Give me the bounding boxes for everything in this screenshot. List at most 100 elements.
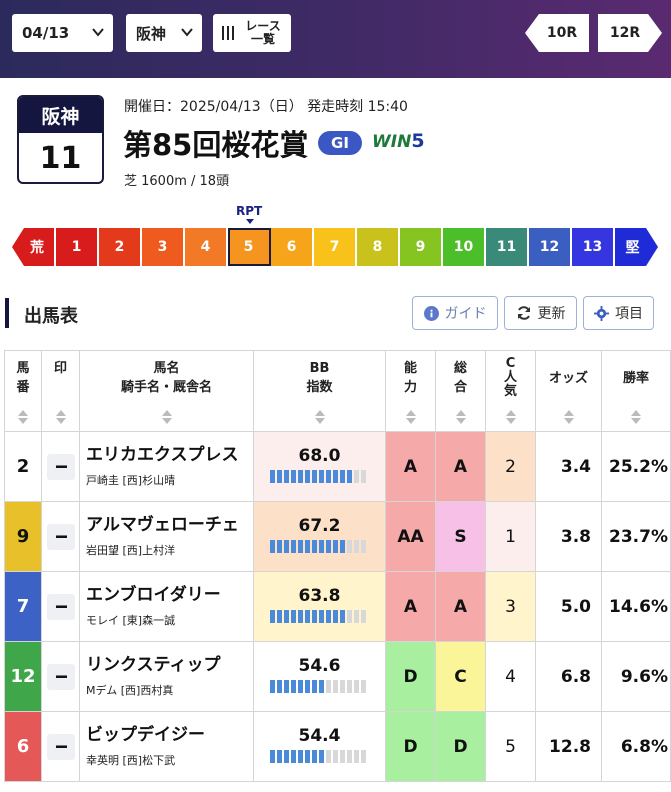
bb-bar-segment [361,470,366,483]
header-ability-line1: 能 [403,361,417,376]
list-bars-icon [222,26,234,40]
horse-name[interactable]: エンブロイダリー [86,580,221,605]
bb-bar-segment [354,470,359,483]
table-row[interactable]: 12 -- リンクスティップ Mデム [西]西村真 54.6 D C 4 6.8 9.6% [4,642,671,712]
bb-bar-segment [291,750,296,763]
bb-index-cell: 54.6 [254,642,386,712]
header-umaban[interactable]: 馬 番 [4,350,42,432]
bb-bar-segment [319,540,324,553]
bb-bar-segment [284,470,289,483]
header-bb-line1: BB [309,361,330,376]
date-select[interactable]: 04/13 [12,14,113,52]
race-meta: 開催日：2025/04/13（日） 発走時刻 15:40 [124,99,408,115]
bb-bar-segment [347,750,352,763]
date-select-value: 04/13 [22,24,70,42]
bb-bar-segment [319,750,324,763]
umaban-cell: 6 [4,712,42,782]
table-row[interactable]: 9 -- アルマヴェローチェ 岩田望 [西]上村洋 67.2 AA S 1 3.8 23.7% [4,502,671,572]
header-umaban-line1: 馬 [16,361,30,376]
bb-bar-segment [291,680,296,693]
bb-bar-segment [361,540,366,553]
refresh-icon [517,306,530,320]
section-accent [5,298,9,328]
rpt-cell: 12 [529,228,572,266]
horse-name[interactable]: アルマヴェローチェ [86,510,239,535]
header-umaban-line2: 番 [16,380,30,395]
header-c-line3: 気 [503,384,517,399]
sort-icon [563,410,574,424]
header-total-line1: 総 [453,361,467,376]
bb-index-value: 67.2 [298,516,341,536]
refresh-button[interactable]: 更新 [504,296,577,330]
bb-bar-segment [298,470,303,483]
horse-name[interactable]: リンクスティップ [86,650,220,675]
bb-bar-segment [333,680,338,693]
bb-bar-segment [347,540,352,553]
bb-bar-segment [298,680,303,693]
bb-bar-segment [312,540,317,553]
rpt-cell: 荒 [12,228,56,266]
total-cell: S [436,502,486,572]
bb-bar-segment [340,540,345,553]
bb-bar-segment [326,470,331,483]
bb-bar-segment [277,750,282,763]
bb-bar-segment [333,610,338,623]
horse-name[interactable]: ビップデイジー [86,720,205,745]
mark-select[interactable]: -- [46,523,75,550]
bb-bar-segment [305,610,310,623]
mark-select[interactable]: -- [46,593,75,620]
bb-bar-segment [340,750,345,763]
table-row[interactable]: 7 -- エンブロイダリー モレイ [東]森一誠 63.8 A A 3 5.0 14.6% [4,572,671,642]
bb-bar-segment [312,680,317,693]
race-number: 11 [39,141,82,176]
rpt-cell: 3 [142,228,185,266]
venue-select[interactable]: 阪神 [126,14,202,52]
header-c-line1: C [505,356,516,371]
ability-cell: A [386,572,436,642]
rpt-cell: 7 [314,228,357,266]
bb-bar-segment [326,610,331,623]
ability-cell: D [386,712,436,782]
bb-bar-segment [270,610,275,623]
bb-bar-segment [326,540,331,553]
header-total[interactable]: 総 合 [436,350,486,432]
horse-cell: アルマヴェローチェ 岩田望 [西]上村洋 [80,502,254,572]
header-mark[interactable]: 印 [42,350,80,432]
mark-select[interactable]: -- [46,453,75,480]
header-name[interactable]: 馬名 騎手名・厩舎名 [80,350,254,432]
header-odds[interactable]: オッズ [536,350,602,432]
header-bb[interactable]: BB 指数 [254,350,386,432]
header-name-line1: 馬名 [153,361,180,376]
bb-bar-segment [277,610,282,623]
rpt-cell: 11 [486,228,529,266]
bb-bar-segment [347,470,352,483]
header-ability[interactable]: 能 力 [386,350,436,432]
odds-cell: 5.0 [536,572,602,642]
jockey-trainer: Mデム [西]西村真 [86,684,174,697]
mark-select[interactable]: -- [46,663,75,690]
bb-bar-segment [291,610,296,623]
bb-bar-segment [312,750,317,763]
table-row[interactable]: 6 -- ビップデイジー 幸英明 [西]松下武 54.4 D D 5 12.8 6.8% [4,712,671,782]
race-list-button[interactable]: レース 一覧 [213,14,291,52]
bb-bar-segment [333,470,338,483]
next-race-button[interactable]: 12R [598,14,662,52]
mark-select[interactable]: -- [46,733,75,760]
mark-cell: -- [42,642,80,712]
prev-race-button[interactable]: 10R [525,14,589,52]
guide-button[interactable]: ガイド [412,296,498,330]
sort-icon [161,410,172,424]
table-row[interactable]: 2 -- エリカエクスプレス 戸崎圭 [西]杉山晴 68.0 A A 2 3.4 25.2% [4,432,671,502]
items-button[interactable]: 項目 [583,296,654,330]
race-number-badge: 阪神 11 [17,95,104,184]
bb-bar-segment [270,540,275,553]
header-winrate[interactable]: 勝率 [602,350,671,432]
header-c-popularity[interactable]: C 人 気 [486,350,536,432]
bb-index-cell: 63.8 [254,572,386,642]
header-bb-line2: 指数 [306,380,333,395]
horse-name[interactable]: エリカエクスプレス [86,440,239,465]
odds-cell: 6.8 [536,642,602,712]
bb-index-cell: 68.0 [254,432,386,502]
rpt-cell: 5 [228,228,271,266]
bb-bar-segment [340,470,345,483]
